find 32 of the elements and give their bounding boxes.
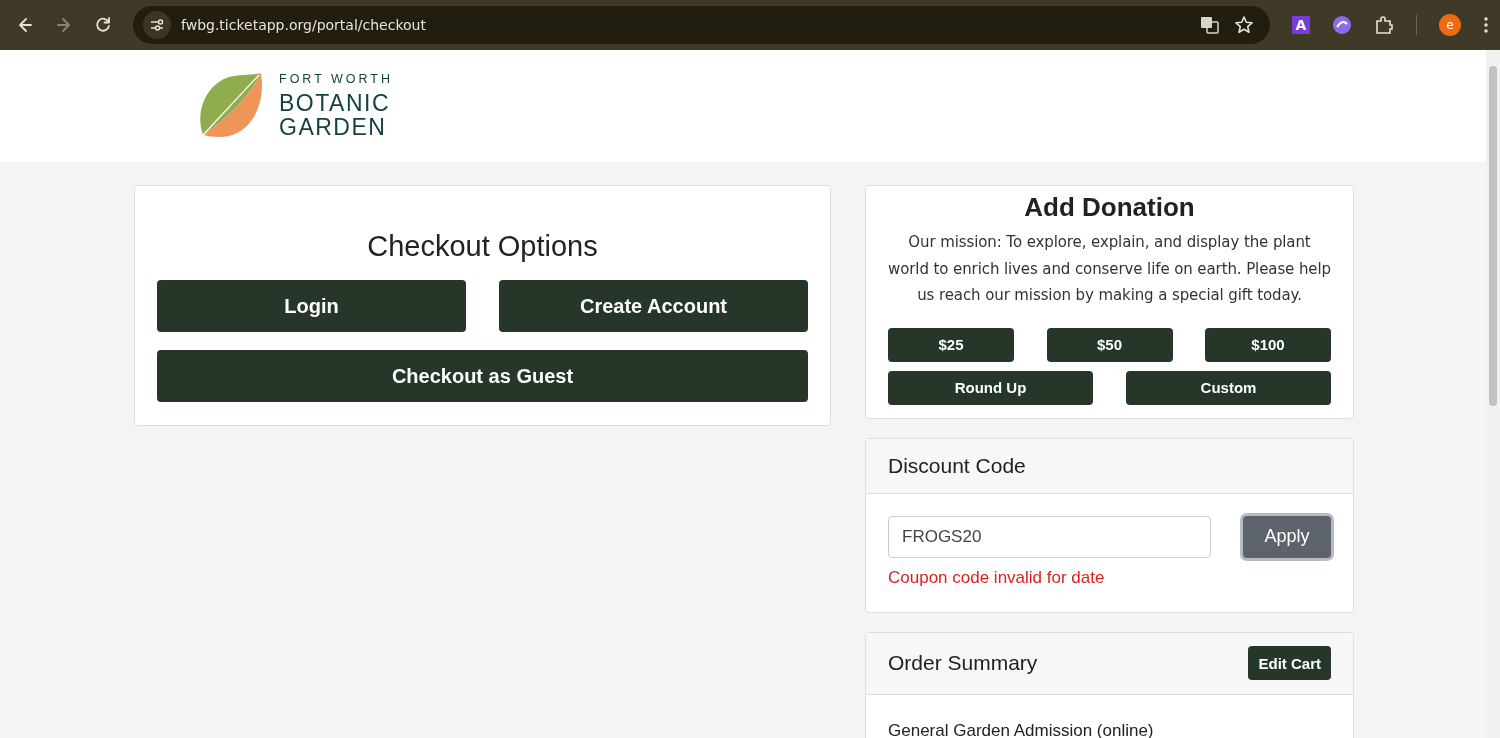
edit-cart-button[interactable]: Edit Cart — [1248, 646, 1331, 680]
site-settings-icon[interactable] — [149, 17, 165, 33]
donation-amount-button[interactable]: $25 — [888, 327, 1014, 362]
puzzle-icon[interactable] — [1374, 15, 1394, 35]
star-icon[interactable] — [1234, 15, 1254, 35]
guest-checkout-button[interactable]: Checkout as Guest — [157, 350, 808, 402]
url-text: fwbg.ticketapp.org/portal/checkout — [181, 17, 426, 33]
error-message: Coupon code invalid for date — [888, 567, 1106, 588]
logo-text: GARDEN — [279, 116, 388, 140]
extension-icon[interactable] — [1332, 15, 1352, 35]
custom-amount-button[interactable]: Custom — [1126, 370, 1331, 405]
apply-button[interactable]: Apply — [1243, 515, 1331, 558]
scrollbar-thumb[interactable] — [1489, 66, 1497, 406]
mission-text: Our mission: To explore, explain, and display the plant world to enrich lives and conserve life on earth. Please help us reach our mission by making a special gift today. — [888, 232, 1331, 306]
donation-amount-button[interactable]: $100 — [1205, 327, 1331, 362]
discount-code-field[interactable]: FROGS20 — [888, 515, 1211, 558]
section-title: Discount Code — [888, 453, 1026, 478]
menu-icon[interactable] — [1483, 16, 1489, 34]
translate-icon[interactable] — [1200, 15, 1220, 35]
logo-text: FORT WORTH — [279, 72, 394, 86]
logo-text: BOTANIC — [279, 92, 392, 116]
section-title: Add Donation — [1023, 192, 1196, 223]
donation-amount-button[interactable]: $50 — [1046, 327, 1173, 362]
section-title: Checkout Options — [366, 230, 599, 263]
address-bar[interactable]: fwbg.ticketapp.org/portal/checkout — [133, 6, 1270, 44]
round-up-button[interactable]: Round Up — [888, 370, 1093, 405]
leaf-logo-icon — [199, 73, 263, 139]
reload-icon[interactable] — [93, 15, 113, 35]
login-button[interactable]: Login — [157, 280, 466, 332]
create-account-button[interactable]: Create Account — [499, 280, 808, 332]
extension-icon[interactable]: A — [1292, 16, 1310, 34]
section-title: Order Summary — [888, 651, 1038, 675]
